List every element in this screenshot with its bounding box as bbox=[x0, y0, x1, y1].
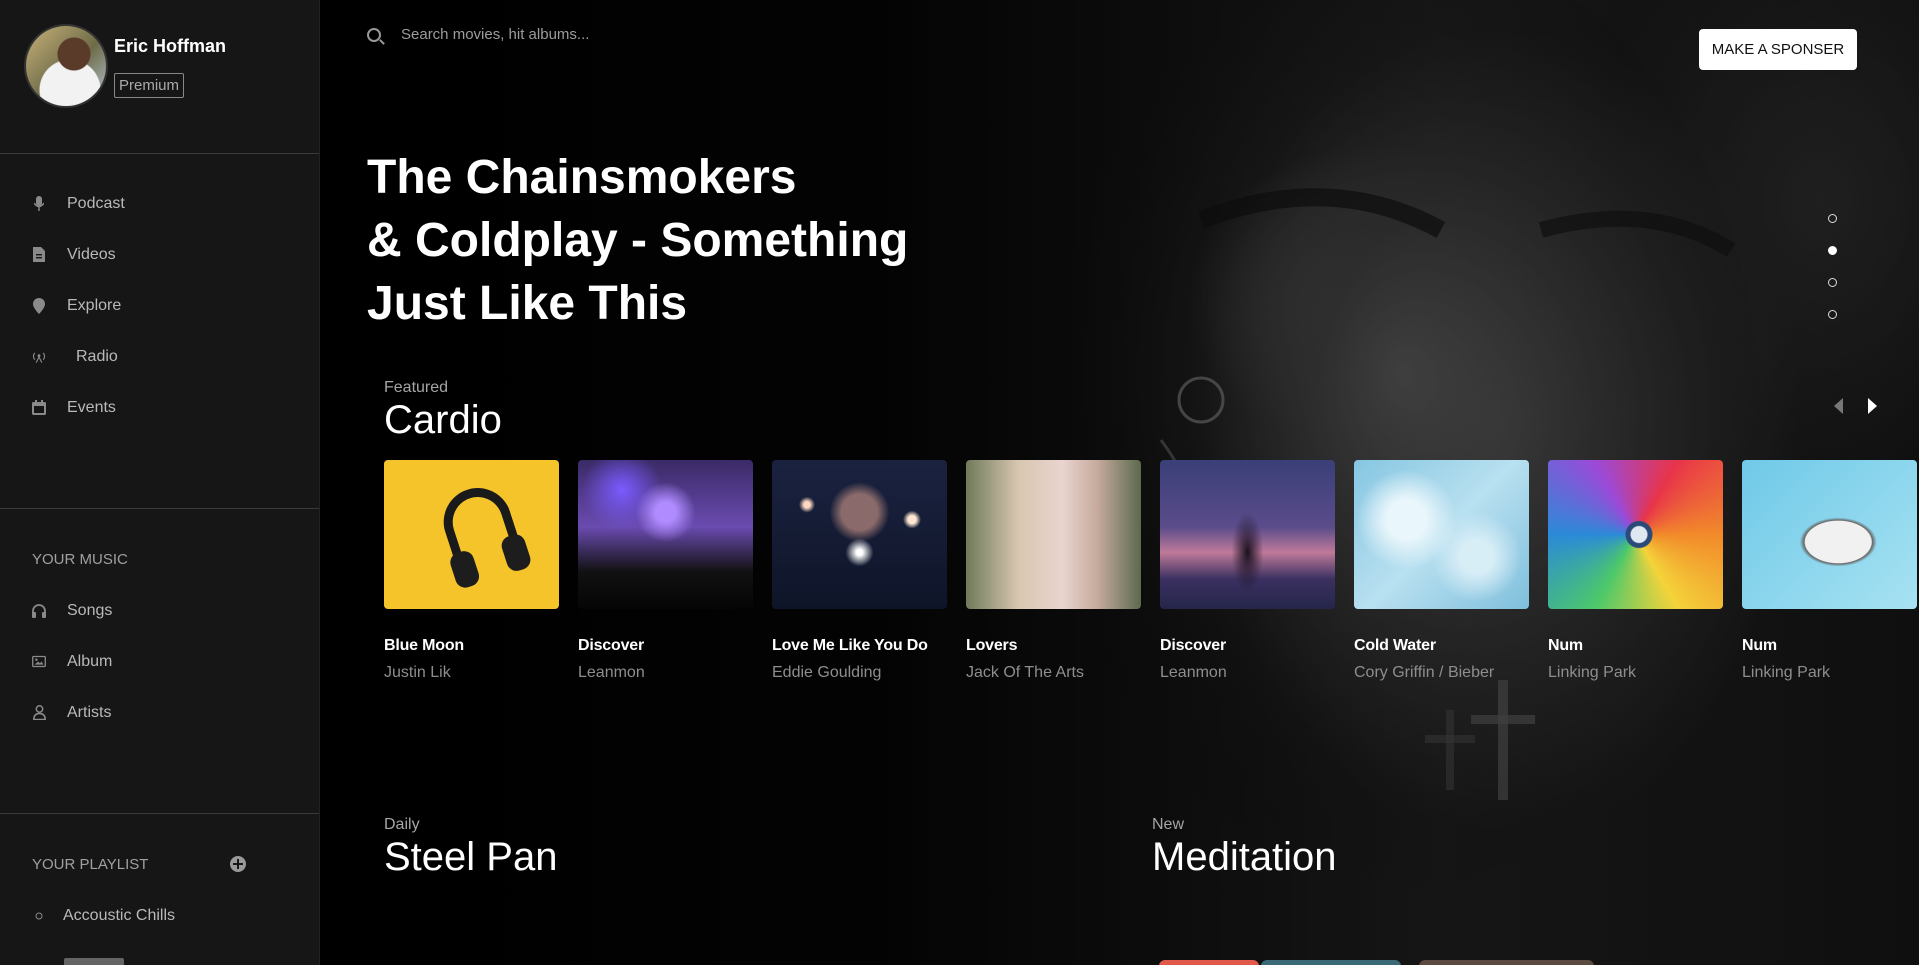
playlist-item-accoustic-chills[interactable]: Accoustic Chills bbox=[0, 890, 319, 941]
file-icon bbox=[32, 247, 46, 263]
carousel-next-icon[interactable] bbox=[1868, 398, 1877, 414]
album-cover bbox=[772, 460, 947, 609]
sidebar-item-label: Videos bbox=[67, 245, 116, 263]
playlist-nav: Accoustic Chills bbox=[0, 890, 319, 941]
card-title: Discover bbox=[1160, 637, 1226, 654]
album-card[interactable]: Num Linking Park bbox=[1548, 460, 1723, 682]
broadcast-icon bbox=[32, 349, 46, 365]
add-playlist-icon[interactable] bbox=[230, 856, 246, 872]
album-card[interactable]: Discover Leanmon bbox=[1160, 460, 1335, 682]
card-title: Lovers bbox=[966, 637, 1018, 654]
album-cover bbox=[1548, 460, 1723, 609]
sidebar-item-album[interactable]: Album bbox=[0, 636, 319, 687]
sidebar-item-songs[interactable]: Songs bbox=[0, 585, 319, 636]
slide-dot-active[interactable] bbox=[1828, 246, 1837, 255]
your-playlist-heading: YOUR PLAYLIST bbox=[32, 856, 149, 873]
sidebar-item-explore[interactable]: Explore bbox=[0, 280, 319, 331]
card-artist: Eddie Goulding bbox=[772, 664, 882, 681]
user-icon bbox=[32, 705, 46, 721]
hero-title-line: The Chainsmokers bbox=[367, 151, 797, 204]
sidebar-item-label: Album bbox=[67, 652, 113, 670]
card-artist: Jack Of The Arts bbox=[966, 664, 1084, 681]
daily-subtitle: Daily bbox=[384, 816, 420, 833]
album-cover bbox=[384, 460, 559, 609]
sidebar-item-label: Radio bbox=[76, 347, 118, 365]
headphones-icon bbox=[32, 603, 46, 619]
sidebar: Eric Hoffman Premium Podcast Videos Expl… bbox=[0, 0, 320, 965]
list-item-peek bbox=[64, 958, 124, 965]
your-music-heading: YOUR MUSIC bbox=[32, 551, 128, 568]
featured-title: Cardio bbox=[384, 398, 502, 442]
card-artist: Leanmon bbox=[578, 664, 645, 681]
sidebar-item-videos[interactable]: Videos bbox=[0, 229, 319, 280]
card-title: Num bbox=[1742, 637, 1777, 654]
music-nav: Songs Album Artists bbox=[0, 585, 319, 738]
card-title: Num bbox=[1548, 637, 1583, 654]
image-icon bbox=[32, 654, 46, 670]
album-cover bbox=[1354, 460, 1529, 609]
card-artist: Leanmon bbox=[1160, 664, 1227, 681]
sidebar-item-label: Accoustic Chills bbox=[63, 906, 176, 924]
card-peek bbox=[1261, 960, 1401, 965]
make-sponsor-button[interactable]: MAKE A SPONSER bbox=[1699, 29, 1857, 70]
new-title: Meditation bbox=[1152, 835, 1337, 879]
album-cover bbox=[1160, 460, 1335, 609]
card-peek bbox=[1419, 960, 1594, 965]
album-card[interactable]: Lovers Jack Of The Arts bbox=[966, 460, 1141, 682]
profile-header: Eric Hoffman Premium bbox=[0, 0, 319, 154]
album-card[interactable]: Cold Water Cory Griffin / Bieber bbox=[1354, 460, 1529, 682]
sidebar-item-events[interactable]: Events bbox=[0, 382, 319, 433]
slide-dot[interactable] bbox=[1828, 214, 1837, 223]
search-icon bbox=[367, 27, 381, 42]
divider bbox=[0, 813, 319, 814]
card-artist: Linking Park bbox=[1548, 664, 1637, 681]
album-card[interactable]: Num Linking Park bbox=[1742, 460, 1917, 682]
card-artist: Linking Park bbox=[1742, 664, 1831, 681]
calendar-icon bbox=[32, 400, 46, 416]
search-bar bbox=[367, 26, 701, 43]
card-title: Blue Moon bbox=[384, 637, 464, 654]
daily-title: Steel Pan bbox=[384, 835, 558, 879]
sidebar-item-label: Songs bbox=[67, 601, 113, 619]
slide-indicator bbox=[1828, 214, 1837, 342]
map-pin-icon bbox=[32, 297, 46, 314]
sidebar-item-podcast[interactable]: Podcast bbox=[0, 178, 319, 229]
featured-carousel: Blue Moon Justin Lik Discover Leanmon Lo… bbox=[384, 460, 1917, 682]
circle-icon bbox=[32, 908, 46, 924]
album-cover bbox=[966, 460, 1141, 609]
main-content: MAKE A SPONSER The Chainsmokers & Coldpl… bbox=[321, 0, 1919, 965]
card-peek bbox=[1159, 960, 1259, 965]
album-cover bbox=[578, 460, 753, 609]
card-title: Cold Water bbox=[1354, 637, 1436, 654]
featured-subtitle: Featured bbox=[384, 379, 449, 396]
search-input[interactable] bbox=[401, 26, 701, 43]
slide-dot[interactable] bbox=[1828, 310, 1837, 319]
sidebar-item-radio[interactable]: Radio bbox=[0, 331, 319, 382]
album-cover bbox=[1742, 460, 1917, 609]
sidebar-item-label: Events bbox=[67, 398, 116, 416]
avatar[interactable] bbox=[24, 24, 108, 108]
sidebar-item-artists[interactable]: Artists bbox=[0, 687, 319, 738]
hero-title: The Chainsmokers & Coldplay - Something … bbox=[367, 146, 927, 335]
album-card[interactable]: Discover Leanmon bbox=[578, 460, 753, 682]
profile-name[interactable]: Eric Hoffman bbox=[114, 36, 226, 57]
card-artist: Cory Griffin / Bieber bbox=[1354, 664, 1495, 681]
sidebar-item-label: Podcast bbox=[67, 194, 125, 212]
card-title: Love Me Like You Do bbox=[772, 637, 928, 654]
sidebar-item-label: Explore bbox=[67, 296, 122, 314]
hero-title-line: Just Like This bbox=[367, 277, 688, 330]
microphone-icon bbox=[32, 195, 46, 212]
new-subtitle: New bbox=[1152, 816, 1185, 833]
main-nav: Podcast Videos Explore Radio Events bbox=[0, 178, 319, 433]
card-artist: Justin Lik bbox=[384, 664, 451, 681]
sidebar-item-label: Artists bbox=[67, 703, 112, 721]
divider bbox=[0, 508, 319, 509]
hero-title-line: & Coldplay - Something bbox=[367, 214, 909, 267]
album-card[interactable]: Blue Moon Justin Lik bbox=[384, 460, 559, 682]
slide-dot[interactable] bbox=[1828, 278, 1837, 287]
album-card[interactable]: Love Me Like You Do Eddie Goulding bbox=[772, 460, 947, 682]
premium-badge: Premium bbox=[114, 73, 185, 98]
card-title: Discover bbox=[578, 637, 644, 654]
carousel-prev-icon[interactable] bbox=[1834, 398, 1843, 414]
